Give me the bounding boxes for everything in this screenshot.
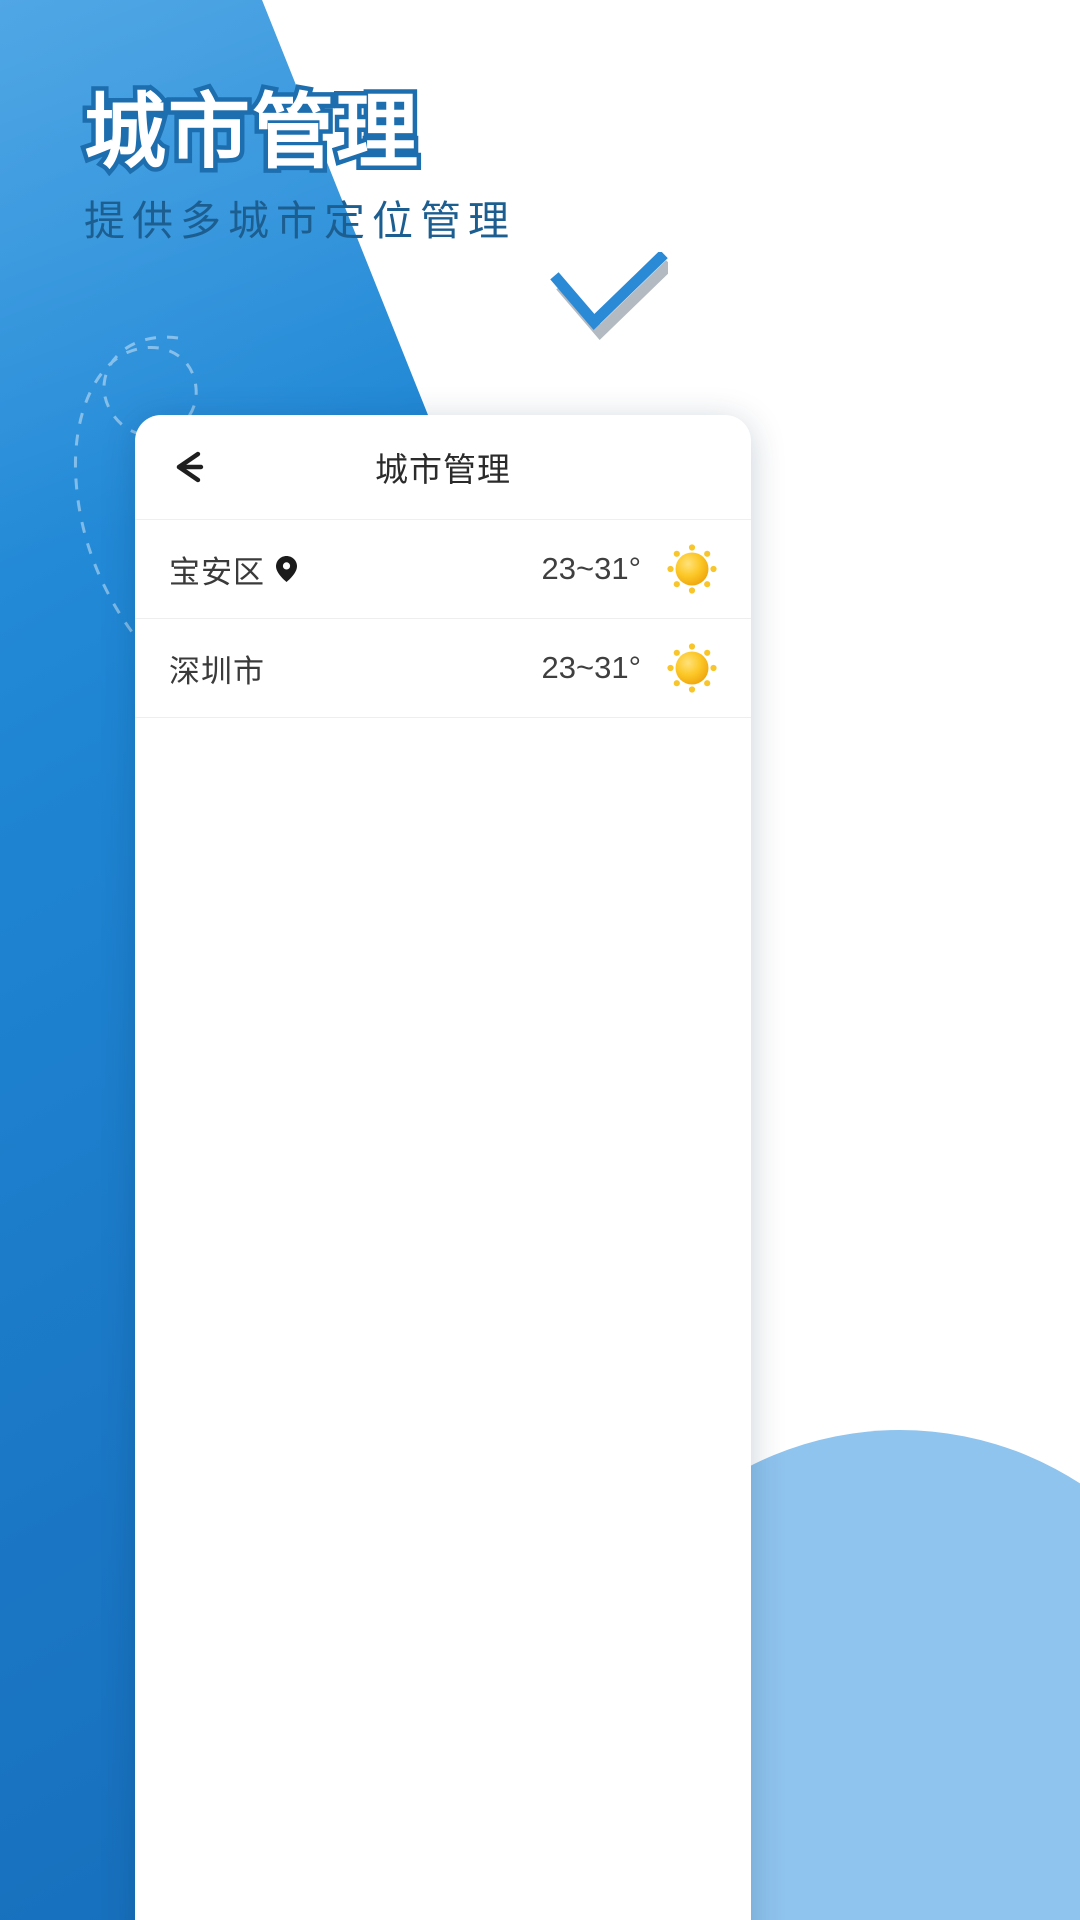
app-header: 城市管理 (135, 415, 751, 520)
app-header-title: 城市管理 (375, 451, 511, 488)
checkmark-decoration-icon (550, 252, 668, 341)
page-title: 城市管理 (80, 87, 423, 178)
city-name-label: 宝安区 (169, 554, 265, 590)
map-pin-icon (276, 556, 297, 582)
city-temperature: 23~31° (541, 551, 641, 586)
page-subtitle: 提供多城市定位管理 (84, 198, 516, 244)
city-list-item[interactable]: 深圳市 23~31° (135, 619, 751, 718)
phone-mockup: 城市管理 宝安区 23~31° 深圳市 23~31° (135, 415, 751, 1920)
city-temperature: 23~31° (541, 650, 641, 685)
sun-icon (667, 544, 717, 594)
screenshot-stage: 城市管理 提供多城市定位管理 城市管理 宝安区 23~31° 深圳市 23~31… (0, 0, 1080, 1920)
city-name-label: 深圳市 (169, 653, 265, 689)
sun-icon (667, 643, 717, 693)
promo-text-block: 城市管理 提供多城市定位管理 (80, 87, 984, 247)
arrow-left-icon[interactable] (167, 444, 213, 490)
city-list-item[interactable]: 宝安区 23~31° (135, 520, 751, 619)
city-name-wrap: 深圳市 (169, 646, 265, 691)
city-name-wrap: 宝安区 (169, 547, 298, 592)
